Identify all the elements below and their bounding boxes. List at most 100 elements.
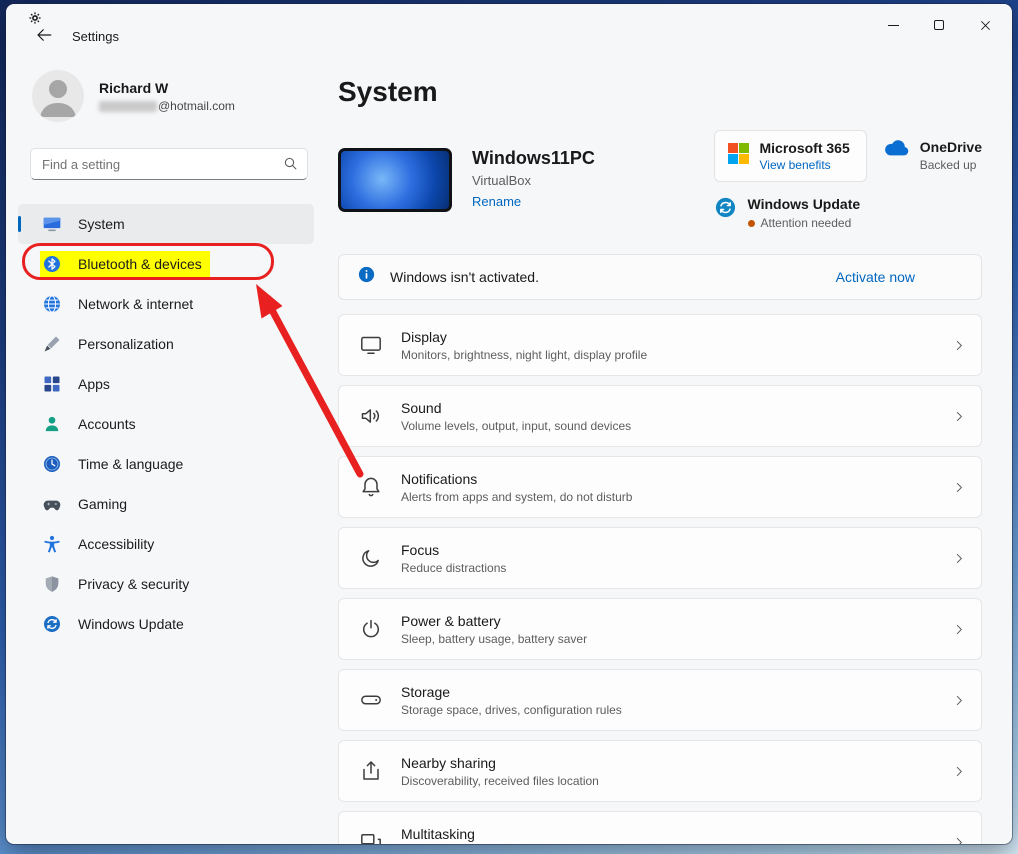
email-redacted bbox=[99, 100, 157, 112]
row-power-battery[interactable]: Power & battery Sleep, battery usage, bat… bbox=[338, 598, 982, 660]
page-title: System bbox=[338, 76, 438, 107]
chevron-right-icon bbox=[952, 835, 967, 844]
sidebar-item-system[interactable]: System bbox=[18, 204, 314, 244]
multitask-icon bbox=[359, 830, 383, 844]
sidebar-item-apps[interactable]: Apps bbox=[18, 364, 314, 404]
controller-icon bbox=[42, 494, 62, 514]
sidebar-item-label: Windows Update bbox=[78, 616, 184, 632]
microsoft-logo-icon bbox=[727, 143, 749, 169]
windows-update-status: Attention needed bbox=[760, 216, 852, 230]
system-header: Windows11PC VirtualBox Rename Microsoft … bbox=[338, 130, 982, 230]
main-content: System Windows11PC VirtualBox Rename Mic… bbox=[326, 52, 1012, 844]
close-button[interactable] bbox=[962, 8, 1008, 42]
chevron-right-icon bbox=[952, 693, 967, 708]
sidebar: Richard W @hotmail.com System bbox=[6, 52, 326, 844]
search-box bbox=[30, 148, 308, 180]
apps-grid-icon bbox=[42, 374, 62, 394]
microsoft365-card[interactable]: Microsoft 365 View benefits bbox=[713, 130, 867, 182]
sidebar-item-windows-update[interactable]: Windows Update bbox=[18, 604, 314, 644]
globe-icon bbox=[42, 294, 62, 314]
chevron-right-icon bbox=[952, 764, 967, 779]
onedrive-title: OneDrive bbox=[919, 139, 982, 155]
row-storage[interactable]: Storage Storage space, drives, configurat… bbox=[338, 669, 982, 731]
sidebar-item-label: System bbox=[78, 216, 125, 232]
chevron-right-icon bbox=[952, 338, 967, 353]
sidebar-item-privacy-security[interactable]: Privacy & security bbox=[18, 564, 314, 604]
info-icon bbox=[357, 265, 376, 289]
rename-link[interactable]: Rename bbox=[472, 194, 521, 209]
sidebar-item-accounts[interactable]: Accounts bbox=[18, 404, 314, 444]
chevron-right-icon bbox=[952, 409, 967, 424]
attention-dot bbox=[747, 219, 755, 227]
device-model: VirtualBox bbox=[472, 173, 532, 188]
device-info: Windows11PC VirtualBox Rename bbox=[338, 148, 595, 212]
row-focus[interactable]: Focus Reduce distractions bbox=[338, 527, 982, 589]
onedrive-status: Backed up bbox=[919, 158, 977, 172]
sidebar-item-label: Privacy & security bbox=[78, 576, 190, 592]
bell-icon bbox=[359, 475, 383, 499]
settings-window: Settings Richard W @hotmail.com Find a s… bbox=[6, 4, 1012, 844]
window-controls bbox=[870, 8, 1008, 42]
device-wallpaper-thumbnail bbox=[338, 148, 452, 212]
speaker-icon bbox=[359, 404, 383, 428]
sidebar-item-network-internet[interactable]: Network & internet bbox=[18, 284, 314, 324]
sidebar-item-time-language[interactable]: Time & language bbox=[18, 444, 314, 484]
moon-icon bbox=[359, 546, 383, 570]
windows-update-icon bbox=[714, 196, 737, 230]
sidebar-item-label: Time & language bbox=[78, 456, 184, 472]
minimize-icon bbox=[887, 24, 899, 26]
microsoft365-title: Microsoft 365 bbox=[759, 140, 850, 156]
windows-update-title: Windows Update bbox=[747, 196, 861, 212]
yellow-highlight: Bluetooth & devices bbox=[40, 251, 210, 277]
power-icon bbox=[359, 617, 383, 641]
activate-now-link[interactable]: Activate now bbox=[836, 269, 963, 285]
row-display[interactable]: Display Monitors, brightness, night light… bbox=[338, 314, 982, 376]
sidebar-item-personalization[interactable]: Personalization bbox=[18, 324, 314, 364]
row-sound[interactable]: Sound Volume levels, output, input, sound… bbox=[338, 385, 982, 447]
activation-message: Windows isn't activated. bbox=[390, 269, 539, 285]
settings-rows: Display Monitors, brightness, night light… bbox=[338, 314, 982, 844]
row-nearby-sharing[interactable]: Nearby sharing Discoverability, received … bbox=[338, 740, 982, 802]
monitor-icon bbox=[42, 214, 62, 234]
share-icon bbox=[359, 759, 383, 783]
row-multitasking[interactable]: MultitaskingSnap windows, desktops, task… bbox=[338, 811, 982, 844]
activation-banner: Windows isn't activated. Activate now bbox=[338, 254, 982, 300]
minimize-button[interactable] bbox=[870, 8, 916, 42]
clock-icon bbox=[42, 454, 62, 474]
header-promos: Microsoft 365 View benefits OneDrive Bac… bbox=[713, 130, 982, 230]
onedrive-cloud-icon bbox=[883, 139, 910, 162]
sidebar-item-accessibility[interactable]: Accessibility bbox=[18, 524, 314, 564]
search-input[interactable] bbox=[30, 148, 308, 180]
close-icon bbox=[980, 20, 990, 30]
onedrive-card[interactable]: OneDrive Backed up bbox=[883, 139, 982, 172]
display-icon bbox=[359, 333, 383, 357]
back-button[interactable] bbox=[34, 26, 54, 46]
device-name: Windows11PC bbox=[472, 148, 595, 168]
chevron-right-icon bbox=[952, 622, 967, 637]
bluetooth-icon bbox=[42, 254, 62, 274]
update-icon bbox=[42, 614, 62, 634]
sidebar-item-gaming[interactable]: Gaming bbox=[18, 484, 314, 524]
view-benefits-link[interactable]: View benefits bbox=[760, 158, 850, 172]
shield-icon bbox=[42, 574, 62, 594]
sidebar-item-label: Accounts bbox=[78, 416, 136, 432]
windows-update-card[interactable]: Windows Update Attention needed bbox=[714, 196, 867, 230]
window-title: Settings bbox=[72, 29, 119, 44]
desktop: { "titlebar": { "title": "Settings" }, "… bbox=[0, 0, 1018, 854]
row-notifications[interactable]: Notifications Alerts from apps and system… bbox=[338, 456, 982, 518]
sidebar-item-label: Accessibility bbox=[78, 536, 155, 552]
sidebar-item-label: Personalization bbox=[78, 336, 174, 352]
search-icon bbox=[282, 155, 299, 172]
user-email: @hotmail.com bbox=[99, 99, 235, 113]
drive-icon bbox=[359, 688, 383, 712]
account-card[interactable]: Richard W @hotmail.com bbox=[32, 70, 326, 122]
titlebar: Settings bbox=[6, 4, 1012, 52]
sidebar-item-bluetooth-devices[interactable]: Bluetooth & devices bbox=[18, 244, 314, 284]
maximize-icon bbox=[934, 20, 944, 30]
sidebar-item-label: Gaming bbox=[78, 496, 128, 512]
brush-icon bbox=[42, 334, 62, 354]
maximize-button[interactable] bbox=[916, 8, 962, 42]
sidebar-item-label: Apps bbox=[78, 376, 110, 392]
avatar bbox=[32, 70, 84, 122]
accessibility-icon bbox=[42, 534, 62, 554]
